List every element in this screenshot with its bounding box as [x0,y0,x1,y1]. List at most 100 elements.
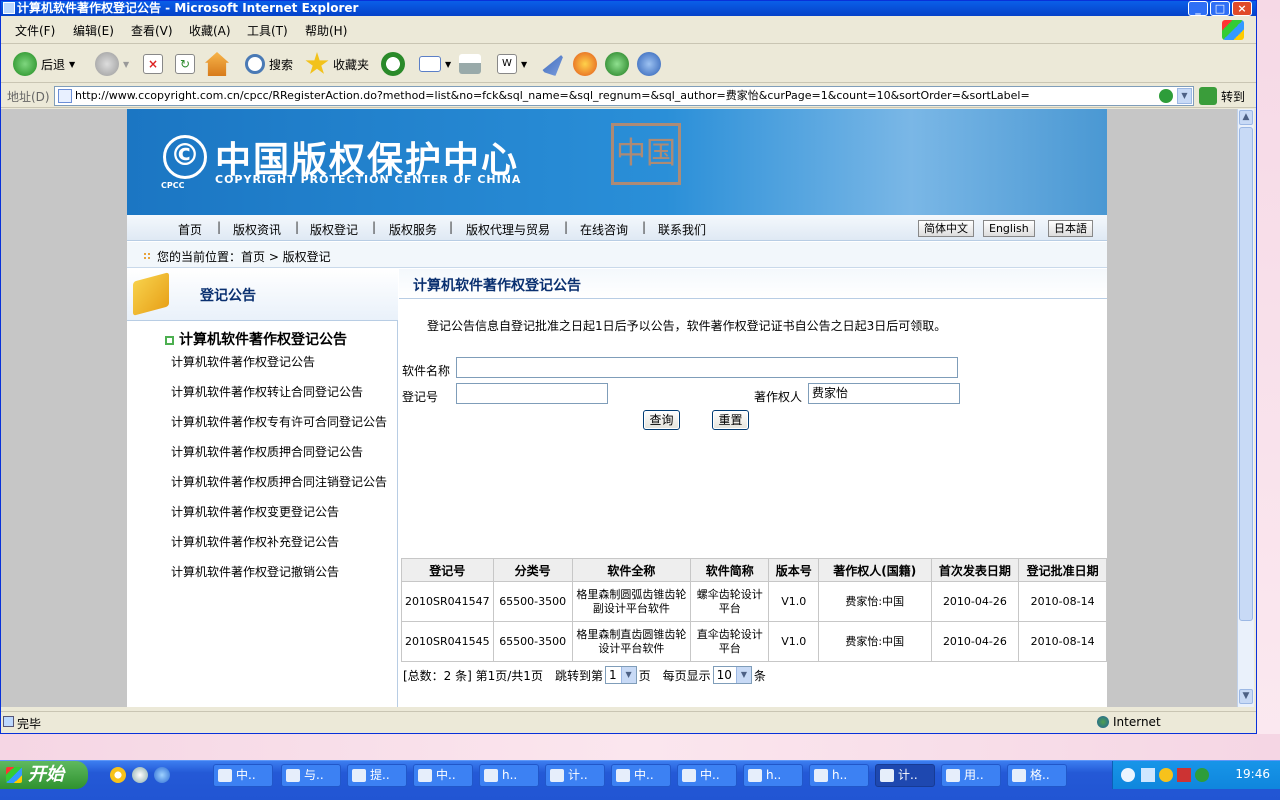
qq-tray-icon[interactable] [1159,768,1173,782]
nav-agency-trade[interactable]: 版权代理与贸易 [466,221,550,238]
nav-home[interactable]: 首页 [178,221,202,238]
lang-simplified-chinese[interactable]: 简体中文 [918,220,974,237]
taskbar-item[interactable]: 中.. [213,764,273,787]
sidebar-link-transfer[interactable]: 计算机软件著作权转让合同登记公告 [171,383,363,400]
network-icon[interactable] [1141,768,1155,782]
start-button[interactable]: 开始 [0,761,88,789]
print-button[interactable] [459,51,481,77]
col-owner: 著作权人(国籍) [817,558,932,582]
status-bar: 完毕 Internet [1,711,1256,731]
menu-edit[interactable]: 编辑(E) [73,22,114,39]
col-publish-date: 首次发表日期 [930,558,1020,582]
page-select[interactable]: 1 ▼ [604,666,637,684]
messenger-button[interactable] [605,51,629,77]
taskbar-item[interactable]: 中.. [677,764,737,787]
address-dropdown-icon[interactable]: ▼ [1177,88,1192,104]
sidebar-link-revoke[interactable]: 计算机软件著作权登记撤销公告 [171,563,339,580]
taskbar-item[interactable]: 与.. [281,764,341,787]
col-regnum: 登记号 [401,558,494,582]
query-button[interactable]: 查询 [643,410,680,430]
close-button[interactable]: × [1232,1,1252,16]
window-icon [1012,769,1026,782]
sidebar-link-supplement[interactable]: 计算机软件著作权补充登记公告 [171,533,339,550]
contacts-button[interactable] [637,51,661,77]
favorites-button[interactable]: 收藏夹 [305,51,369,77]
window-icon [814,769,828,782]
history-button[interactable] [381,51,405,77]
ie-app-icon [3,2,15,14]
nav-consult[interactable]: 在线咨询 [580,221,628,238]
minimize-button[interactable]: _ [1188,1,1208,16]
scroll-up-icon[interactable]: ▲ [1239,110,1253,125]
nav-news[interactable]: 版权资讯 [233,221,281,238]
security-zone: Internet [1097,715,1161,729]
address-input[interactable]: http://www.ccopyright.com.cn/cpcc/RRegis… [54,86,1194,106]
per-page-select[interactable]: 10 ▼ [712,666,752,684]
taskbar-item[interactable]: 中.. [413,764,473,787]
taskbar-item[interactable]: 提.. [347,764,407,787]
scroll-thumb[interactable] [1239,127,1253,621]
address-label: 地址(D) [7,90,50,104]
desktop-icon[interactable] [132,767,148,783]
cell-version: V1.0 [768,581,819,622]
nav-contact[interactable]: 联系我们 [658,221,706,238]
pager-per-suffix: 条 [753,668,766,683]
input-method-icon[interactable] [1177,768,1191,782]
mail-button[interactable]: ▼ [419,51,451,77]
regnum-input[interactable] [456,383,608,404]
security-tray-icon[interactable] [1195,768,1209,782]
menu-file[interactable]: 文件(F) [15,22,55,39]
menu-tools[interactable]: 工具(T) [247,22,288,39]
nav-services[interactable]: 版权服务 [389,221,437,238]
table-header-row: 登记号 分类号 软件全称 软件简称 版本号 著作权人(国籍) 首次发表日期 登记… [401,558,1107,582]
stop-button[interactable]: × [143,51,163,77]
discuss-button[interactable] [541,51,565,77]
nav-separator: | [217,220,222,234]
tray-expand-icon[interactable] [1121,768,1135,782]
taskbar-item[interactable]: h.. [479,764,539,787]
software-name-input[interactable] [456,357,958,378]
taskbar-item[interactable]: 计.. [545,764,605,787]
lang-english[interactable]: English [983,220,1035,237]
menu-favorites[interactable]: 收藏(A) [189,22,231,39]
home-button[interactable] [205,51,229,77]
edit-button[interactable]: W ▼ [497,51,527,77]
main-nav: 首页 | 版权资讯 | 版权登记 | 版权服务 | 版权代理与贸易 | 在线咨询… [127,215,1107,241]
back-button[interactable]: 后退 ▼ [13,51,75,77]
nav-registration[interactable]: 版权登记 [310,221,358,238]
search-button[interactable]: 搜索 [245,51,293,77]
main-content: 计算机软件著作权登记公告 登记公告信息自登记批准之日起1日后予以公告，软件著作权… [399,269,1107,707]
author-input[interactable]: 费家怡 [808,383,960,404]
taskbar-item[interactable]: h.. [809,764,869,787]
refresh-button[interactable]: ↻ [175,51,195,77]
stop-icon: × [143,54,163,74]
sidebar-link-change[interactable]: 计算机软件著作权变更登记公告 [171,503,339,520]
taskbar-item[interactable]: 用.. [941,764,1001,787]
cell-owner: 费家怡:中国 [817,581,932,622]
taskbar-item[interactable]: 格.. [1007,764,1067,787]
main-header: 计算机软件著作权登记公告 [399,269,1107,299]
menu-view[interactable]: 查看(V) [131,22,173,39]
vertical-scrollbar[interactable]: ▲ ▼ [1237,109,1254,707]
sidebar-link-registration[interactable]: 计算机软件著作权登记公告 [171,353,315,370]
lang-japanese[interactable]: 日本語 [1048,220,1093,237]
research-button[interactable] [573,51,597,77]
qq-icon[interactable] [110,767,126,783]
menu-help[interactable]: 帮助(H) [305,22,347,39]
forward-button[interactable]: ▼ [95,51,129,77]
go-button[interactable]: 转到 [1199,87,1245,105]
menu-bar: 文件(F) 编辑(E) 查看(V) 收藏(A) 工具(T) 帮助(H) [1,17,1256,44]
taskbar-item[interactable]: h.. [743,764,803,787]
sidebar-link-pledge-cancel[interactable]: 计算机软件著作权质押合同注销登记公告 [171,473,387,490]
reset-button[interactable]: 重置 [712,410,749,430]
taskbar-item-active[interactable]: 计.. [875,764,935,787]
sidebar-link-pledge[interactable]: 计算机软件著作权质押合同登记公告 [171,443,363,460]
ie-quicklaunch-icon[interactable] [154,767,170,783]
sidebar-section-title: 计算机软件著作权登记公告 [165,329,347,349]
sidebar-link-exclusive-license[interactable]: 计算机软件著作权专有许可合同登记公告 [171,413,387,430]
print-icon [459,54,481,74]
taskbar-item[interactable]: 中.. [611,764,671,787]
scroll-down-icon[interactable]: ▼ [1239,689,1253,704]
edit-icon: W [497,54,517,74]
maximize-button[interactable]: □ [1210,1,1230,16]
